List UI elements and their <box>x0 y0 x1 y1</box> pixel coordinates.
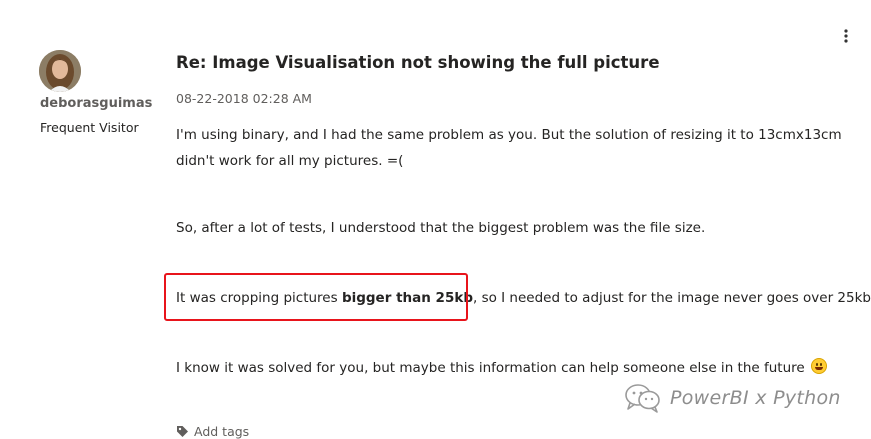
add-tags-link[interactable]: Add tags <box>176 424 249 439</box>
p4-text: I know it was solved for you, but maybe … <box>176 360 805 376</box>
highlight-box <box>164 273 468 321</box>
avatar[interactable] <box>39 50 81 92</box>
add-tags-label: Add tags <box>194 424 250 439</box>
author-rank: Frequent Visitor <box>40 120 139 135</box>
post-paragraph-4: I know it was solved for you, but maybe … <box>176 355 827 381</box>
watermark: PowerBI x Python <box>624 383 841 413</box>
p3-text-after: , so I needed to adjust for the image ne… <box>472 290 871 306</box>
post-paragraph-2: So, after a lot of tests, I understood t… <box>176 220 706 236</box>
wechat-icon <box>625 384 660 413</box>
author-name[interactable]: deborasguimas <box>40 96 152 111</box>
post-paragraph-1-line-1: I'm using binary, and I had the same pro… <box>176 127 842 143</box>
post-title[interactable]: Re: Image Visualisation not showing the … <box>176 53 660 72</box>
watermark-text: PowerBI x Python <box>670 387 841 409</box>
kebab-menu-icon[interactable] <box>840 28 852 44</box>
grinning-face-emoji-icon <box>811 358 827 374</box>
tag-icon <box>177 426 188 437</box>
post-date: 08-22-2018 02:28 AM <box>176 91 312 106</box>
post-paragraph-1-line-2: didn't work for all my pictures. =( <box>176 153 404 169</box>
post-paragraph-1: I'm using binary, and I had the same pro… <box>176 122 842 174</box>
